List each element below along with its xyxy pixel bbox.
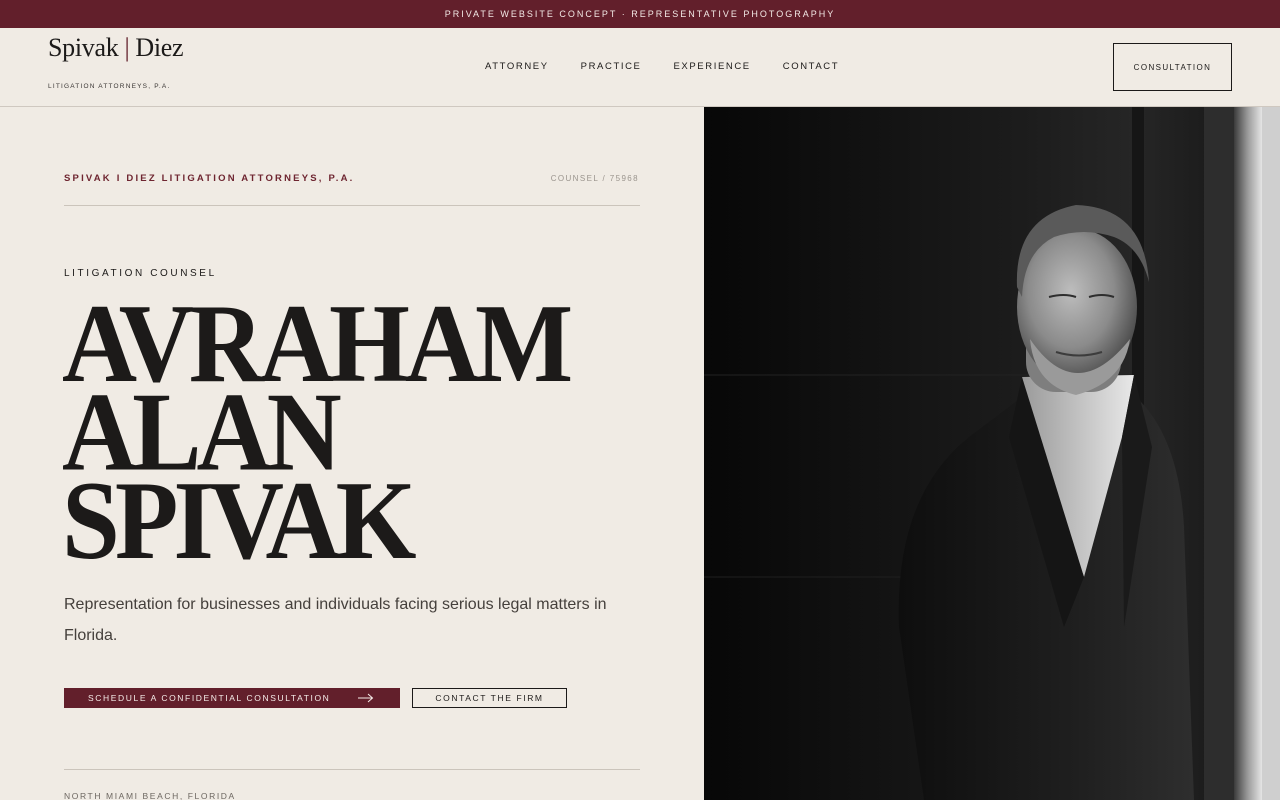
lead-paragraph: Representation for businesses and indivi… [64, 596, 607, 644]
logo-left: Spivak [48, 33, 119, 62]
nav-contact[interactable]: CONTACT [783, 61, 839, 72]
logo[interactable]: Spivak | Diez [48, 33, 184, 63]
eyebrow-label: LITIGATION COUNSEL [64, 268, 217, 279]
divider-top [64, 205, 640, 206]
logo-subtitle: LITIGATION ATTORNEYS, P.A. [48, 83, 171, 90]
attorney-portrait [704, 107, 1280, 800]
nav-experience[interactable]: EXPERIENCE [674, 61, 751, 72]
consultation-button[interactable]: CONSULTATION [1113, 43, 1232, 91]
logo-right: Diez [135, 33, 184, 62]
name-line-3: SPIVAK [62, 458, 417, 583]
attorney-name: AVRAHAM ALAN SPIVAK [62, 288, 573, 583]
nav-attorney[interactable]: ATTORNEY [485, 61, 549, 72]
schedule-consultation-button[interactable]: SCHEDULE A CONFIDENTIAL CONSULTATION [64, 688, 400, 708]
firm-name-line: SPIVAK I DIEZ LITIGATION ATTORNEYS, P.A. [64, 173, 355, 184]
location-label: NORTH MIAMI BEACH, FLORIDA [64, 791, 236, 800]
nav-practice[interactable]: PRACTICE [581, 61, 642, 72]
contact-firm-button[interactable]: CONTACT THE FIRM [412, 688, 567, 708]
divider-bottom [64, 769, 640, 770]
banner-text: PRIVATE WEBSITE CONCEPT · REPRESENTATIVE… [444, 9, 836, 19]
arrow-right-icon [358, 693, 374, 703]
logo-separator: | [124, 33, 130, 62]
site-header: Spivak | Diez LITIGATION ATTORNEYS, P.A. A… [0, 28, 1280, 107]
counsel-id: COUNSEL / 75968 [550, 174, 639, 183]
top-banner: PRIVATE WEBSITE CONCEPT · REPRESENTATIVE… [0, 0, 1280, 28]
schedule-consultation-label: SCHEDULE A CONFIDENTIAL CONSULTATION [88, 693, 331, 703]
main-nav: ATTORNEY PRACTICE EXPERIENCE CONTACT [485, 61, 839, 72]
